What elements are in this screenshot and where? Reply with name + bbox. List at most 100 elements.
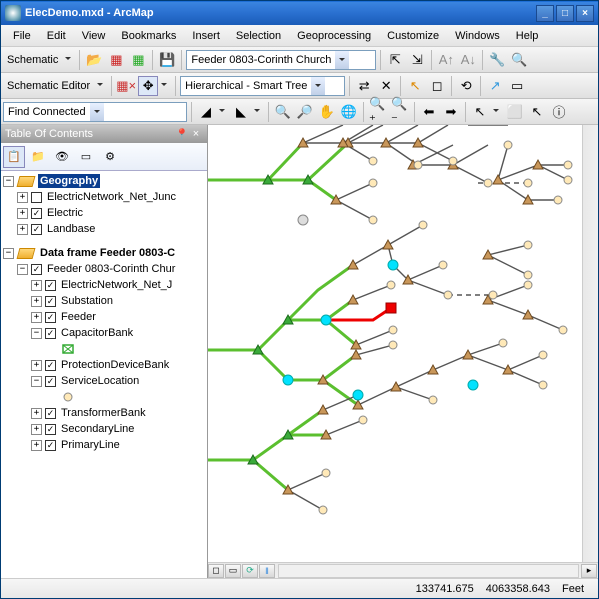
list-by-source-icon[interactable]: 📁 [27, 146, 49, 168]
layout-combo[interactable]: Hierarchical - Smart Tree [180, 76, 345, 96]
minimize-button[interactable]: _ [536, 5, 554, 22]
toc-header: Table Of Contents 📍 × [1, 125, 207, 143]
menu-file[interactable]: File [5, 28, 39, 44]
select-arrow-icon[interactable]: ↖ [527, 102, 547, 122]
layer-tree[interactable]: −Geography +ElectricNetwork_Net_Junc +✓E… [1, 171, 207, 578]
symbol-capacitor [61, 344, 77, 354]
layer: PrimaryLine [59, 438, 122, 452]
diagram-icon[interactable]: ▦ [106, 50, 126, 70]
full-extent-icon[interactable]: 🌐 [339, 102, 359, 122]
tool-icon[interactable]: ↗ [485, 76, 505, 96]
layout-icon[interactable]: ⇄ [354, 76, 374, 96]
menu-help[interactable]: Help [508, 28, 547, 44]
data-frame-geography: Geography [38, 174, 100, 188]
layer: Landbase [45, 222, 97, 236]
toolbar-schematic: Schematic 📂 ▦ ▦ 💾 Feeder 0803-Corinth Ch… [1, 47, 598, 73]
propagate-icon[interactable]: ⇱ [385, 50, 405, 70]
coord-y: 4063358.643 [480, 583, 556, 595]
layer: ElectricNetwork_Net_Junc [45, 190, 178, 204]
map-canvas[interactable] [208, 125, 582, 562]
close-button[interactable]: × [576, 5, 594, 22]
list-by-drawing-icon[interactable]: 📋 [3, 146, 25, 168]
menu-selection[interactable]: Selection [228, 28, 289, 44]
menu-view[interactable]: View [74, 28, 114, 44]
app-icon [5, 5, 21, 21]
toc-tabs: 📋 📁 👁 ▭ ⚙ [1, 143, 207, 171]
refresh-icon[interactable]: ⟳ [242, 564, 258, 578]
maximize-button[interactable]: □ [556, 5, 574, 22]
bottom-bar: ◻ ▭ ⟳ ‖ ▸ [208, 562, 598, 578]
schematic-dropdown-icon[interactable] [65, 57, 71, 63]
window-title: ElecDemo.mxd - ArcMap [25, 7, 534, 19]
layer: Substation [59, 294, 115, 308]
close-panel-icon[interactable]: × [189, 128, 203, 140]
select-arrow-icon[interactable]: ↖ [405, 76, 425, 96]
menu-geoprocessing[interactable]: Geoprocessing [289, 28, 379, 44]
menu-insert[interactable]: Insert [184, 28, 228, 44]
layer: ProtectionDeviceBank [59, 358, 171, 372]
main-area: Table Of Contents 📍 × 📋 📁 👁 ▭ ⚙ −Geograp… [1, 125, 598, 578]
titlebar[interactable]: ElecDemo.mxd - ArcMap _ □ × [1, 1, 598, 25]
tool-icon[interactable]: ◻ [427, 76, 447, 96]
pan-icon[interactable]: ✋ [317, 102, 337, 122]
tool-icon[interactable]: 🔧 [487, 50, 507, 70]
clear-icon[interactable]: ⬜ [505, 102, 525, 122]
table-of-contents: Table Of Contents 📍 × 📋 📁 👁 ▭ ⚙ −Geograp… [1, 125, 208, 578]
options-icon[interactable]: ⚙ [99, 146, 121, 168]
toolbar-tools: Find Connected ◢ ◣ 🔍 🔎 ✋ 🌐 🔍⁺ 🔍⁻ ⬅ ➡ ↖ ⬜… [1, 99, 598, 125]
layer: Feeder [59, 310, 98, 324]
identify-icon[interactable]: ⓘ [549, 102, 569, 122]
coord-x: 133741.675 [410, 583, 480, 595]
layer: Electric [45, 206, 85, 220]
layer: ElectricNetwork_Net_J [59, 278, 174, 292]
data-view-icon[interactable]: ◻ [208, 564, 224, 578]
diagram-combo[interactable]: Feeder 0803-Corinth Church [186, 50, 376, 70]
diagram-icon[interactable]: ▦ [128, 50, 148, 70]
layer: CapacitorBank [59, 326, 135, 340]
zoom-tool-icon[interactable]: 🔍⁻ [390, 102, 410, 122]
pin-icon[interactable]: 📍 [175, 128, 189, 141]
propagate-icon[interactable]: ⇲ [407, 50, 427, 70]
zoom-in-icon[interactable]: 🔍 [273, 102, 293, 122]
editor-label[interactable]: Schematic Editor [3, 78, 94, 94]
data-frame-feeder: Data frame Feeder 0803-C [38, 246, 177, 260]
layer: SecondaryLine [59, 422, 136, 436]
menu-windows[interactable]: Windows [447, 28, 508, 44]
layer: ServiceLocation [59, 374, 141, 388]
text-a-icon[interactable]: A↑ [436, 50, 456, 70]
list-by-visibility-icon[interactable]: 👁 [51, 146, 73, 168]
save-icon[interactable]: 💾 [157, 50, 177, 70]
tool-icon[interactable]: ▭ [507, 76, 527, 96]
menu-customize[interactable]: Customize [379, 28, 447, 44]
trace-combo[interactable]: Find Connected [3, 102, 187, 122]
menu-bookmarks[interactable]: Bookmarks [113, 28, 184, 44]
status-bar: 133741.675 4063358.643 Feet [1, 578, 598, 598]
layout-view-icon[interactable]: ▭ [225, 564, 241, 578]
menu-edit[interactable]: Edit [39, 28, 74, 44]
coord-unit: Feet [556, 583, 590, 595]
layer: TransformerBank [59, 406, 148, 420]
trace-icon[interactable]: ◣ [231, 102, 251, 122]
text-a-icon[interactable]: A↓ [458, 50, 478, 70]
pause-icon[interactable]: ‖ [259, 564, 275, 578]
layout-icon[interactable]: ✕ [376, 76, 396, 96]
editor-dropdown-icon[interactable] [97, 83, 103, 89]
vertical-scrollbar[interactable] [582, 125, 598, 562]
open-diagram-icon[interactable]: 📂 [84, 50, 104, 70]
next-extent-icon[interactable]: ➡ [441, 102, 461, 122]
zoom-out-icon[interactable]: 🔎 [295, 102, 315, 122]
prev-extent-icon[interactable]: ⬅ [419, 102, 439, 122]
toolbar-editor: Schematic Editor ▦× ✥ Hierarchical - Sma… [1, 73, 598, 99]
symbol-service [61, 392, 77, 402]
edit-icon[interactable]: ▦× [116, 76, 136, 96]
zoom-tool-icon[interactable]: 🔍⁺ [368, 102, 388, 122]
horizontal-scrollbar[interactable] [278, 564, 579, 578]
schematic-label[interactable]: Schematic [3, 52, 62, 68]
menubar: File Edit View Bookmarks Insert Selectio… [1, 25, 598, 47]
move-icon[interactable]: ✥ [138, 76, 158, 96]
trace-icon[interactable]: ◢ [196, 102, 216, 122]
select-icon[interactable]: ↖ [470, 102, 490, 122]
list-by-selection-icon[interactable]: ▭ [75, 146, 97, 168]
tool-icon[interactable]: ⟲ [456, 76, 476, 96]
search-icon[interactable]: 🔍 [509, 50, 529, 70]
